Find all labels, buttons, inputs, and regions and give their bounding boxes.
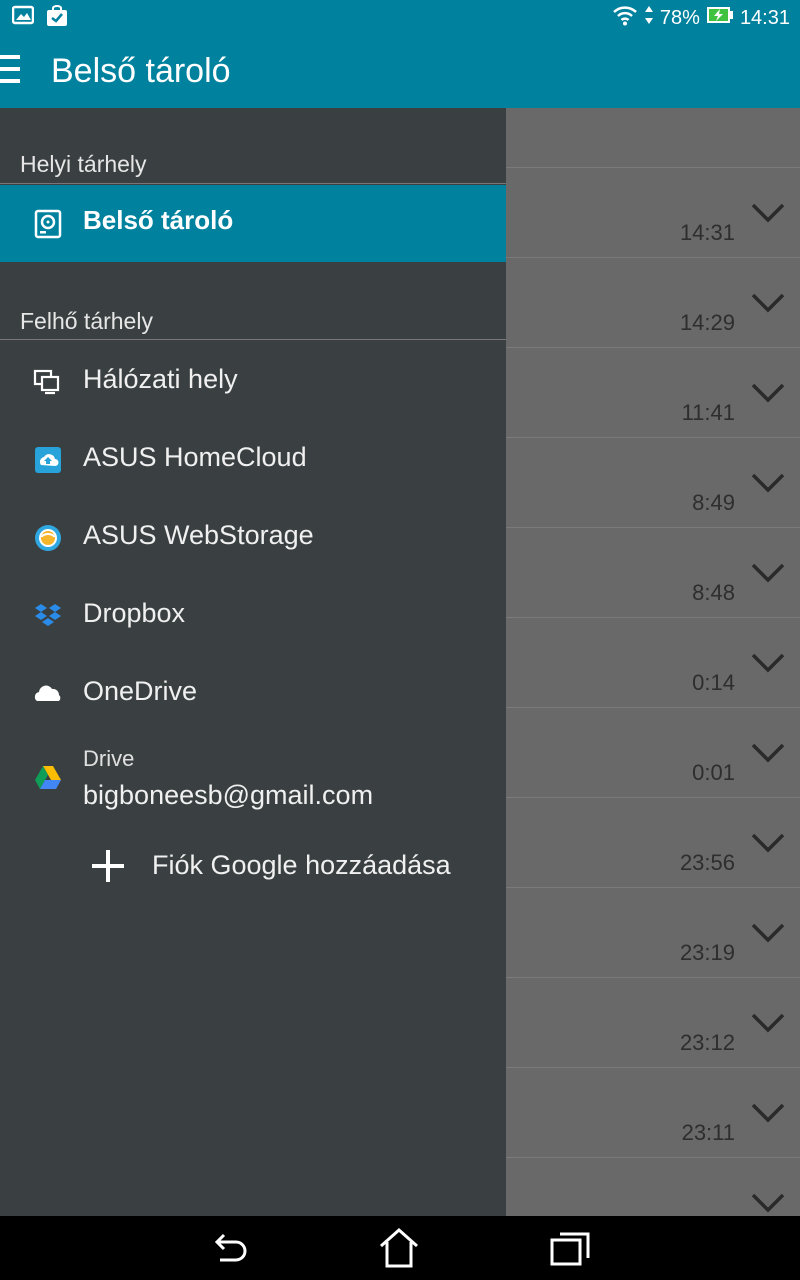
drawer-item-onedrive[interactable]: OneDrive — [0, 654, 506, 732]
file-time: 0:01 — [692, 760, 735, 785]
file-time: 23:56 — [679, 850, 735, 875]
network-icon — [33, 367, 63, 397]
back-button-icon[interactable] — [208, 1226, 252, 1270]
file-time: 0:14 — [692, 670, 735, 695]
navigation-drawer: Helyi tárhely Belső tároló Felhő tárhely… — [0, 108, 506, 1216]
add-google-account-button[interactable]: Fiók Google hozzáadása — [0, 826, 506, 906]
status-bar: 78% 14:31 — [0, 0, 800, 33]
file-time: 11:41 — [681, 400, 735, 425]
chevron-down-icon — [750, 922, 786, 944]
file-list-row: 14:29 — [506, 257, 800, 347]
divider — [0, 183, 506, 184]
system-navigation-bar — [0, 1216, 800, 1280]
app-title: Belső tároló — [51, 52, 231, 90]
drawer-item-asus-webstorage[interactable]: ASUS WebStorage — [0, 498, 506, 576]
chevron-down-icon — [750, 562, 786, 584]
drawer-item-dropbox[interactable]: Dropbox — [0, 576, 506, 654]
recent-apps-button-icon[interactable] — [548, 1226, 592, 1270]
drawer-item-asus-homecloud[interactable]: ASUS HomeCloud — [0, 420, 506, 498]
divider — [0, 339, 506, 340]
drawer-item-internal-storage[interactable]: Belső tároló — [0, 185, 506, 262]
chevron-down-icon — [750, 1102, 786, 1124]
file-time: 23:19 — [679, 940, 735, 965]
file-list-row: 11:41 — [506, 347, 800, 437]
app-bar: Belső tároló — [0, 33, 800, 108]
wifi-icon — [612, 4, 638, 32]
file-list-row: 0:01 — [506, 707, 800, 797]
webstorage-icon — [33, 523, 63, 553]
file-time: 8:48 — [692, 580, 735, 605]
drawer-item-label: ASUS WebStorage — [83, 520, 314, 550]
file-time: 14:29 — [679, 310, 735, 335]
chevron-down-icon — [750, 1192, 786, 1214]
chevron-down-icon — [750, 382, 786, 404]
home-button-icon[interactable] — [377, 1226, 421, 1270]
drawer-item-label: Belső tároló — [83, 205, 234, 235]
chevron-down-icon — [750, 202, 786, 224]
background-file-list: 14:31 14:29 11:41 8:49 8:48 0:14 0:01 23:56 23:1… — [506, 108, 800, 1216]
plus-icon — [90, 848, 126, 889]
file-list-row: 23:12 — [506, 977, 800, 1067]
file-time: 23:12 — [679, 1030, 735, 1055]
storage-device-icon — [34, 209, 62, 244]
battery-charging-icon — [706, 5, 734, 31]
drawer-item-label: ASUS HomeCloud — [83, 442, 307, 472]
file-list-row: 0:14 — [506, 617, 800, 707]
file-list-row: 8:49 — [506, 437, 800, 527]
file-list-row: 23:56 — [506, 797, 800, 887]
google-drive-icon — [33, 764, 63, 797]
homecloud-icon — [33, 445, 63, 475]
chevron-down-icon — [750, 1012, 786, 1034]
drive-account-email: bigboneesb@gmail.com — [83, 780, 374, 810]
chevron-down-icon — [750, 652, 786, 674]
battery-percent: 78% — [659, 7, 700, 29]
drive-service-label: Drive — [83, 746, 135, 771]
status-time: 14:31 — [739, 7, 790, 29]
drawer-item-network-place[interactable]: Hálózati hely — [0, 342, 506, 420]
file-list-row: 8:48 — [506, 527, 800, 617]
file-list-row: 23:19 — [506, 887, 800, 977]
gallery-notification-icon — [11, 5, 35, 32]
drawer-item-label: Hálózati hely — [83, 364, 238, 394]
dropbox-icon — [33, 601, 63, 631]
shopping-bag-notification-icon — [46, 5, 68, 32]
local-storage-header: Helyi tárhely — [20, 151, 147, 177]
file-time: 8:49 — [692, 490, 735, 515]
cloud-storage-header: Felhő tárhely — [20, 308, 153, 334]
onedrive-icon — [33, 679, 63, 709]
file-list-row: 23:11 — [506, 1067, 800, 1157]
chevron-down-icon — [750, 742, 786, 764]
chevron-down-icon — [750, 832, 786, 854]
drawer-item-label: OneDrive — [83, 676, 198, 706]
chevron-down-icon — [750, 292, 786, 314]
drawer-item-label: Dropbox — [83, 598, 186, 628]
file-time: 14:31 — [679, 220, 735, 245]
drawer-item-google-drive[interactable]: Drive bigboneesb@gmail.com — [0, 734, 506, 818]
add-account-label: Fiók Google hozzáadása — [152, 850, 451, 880]
file-list-row: 14:31 — [506, 167, 800, 257]
file-time: 23:11 — [681, 1120, 735, 1145]
hamburger-menu-icon[interactable] — [0, 55, 22, 85]
chevron-down-icon — [750, 472, 786, 494]
data-arrows-icon — [644, 5, 654, 31]
